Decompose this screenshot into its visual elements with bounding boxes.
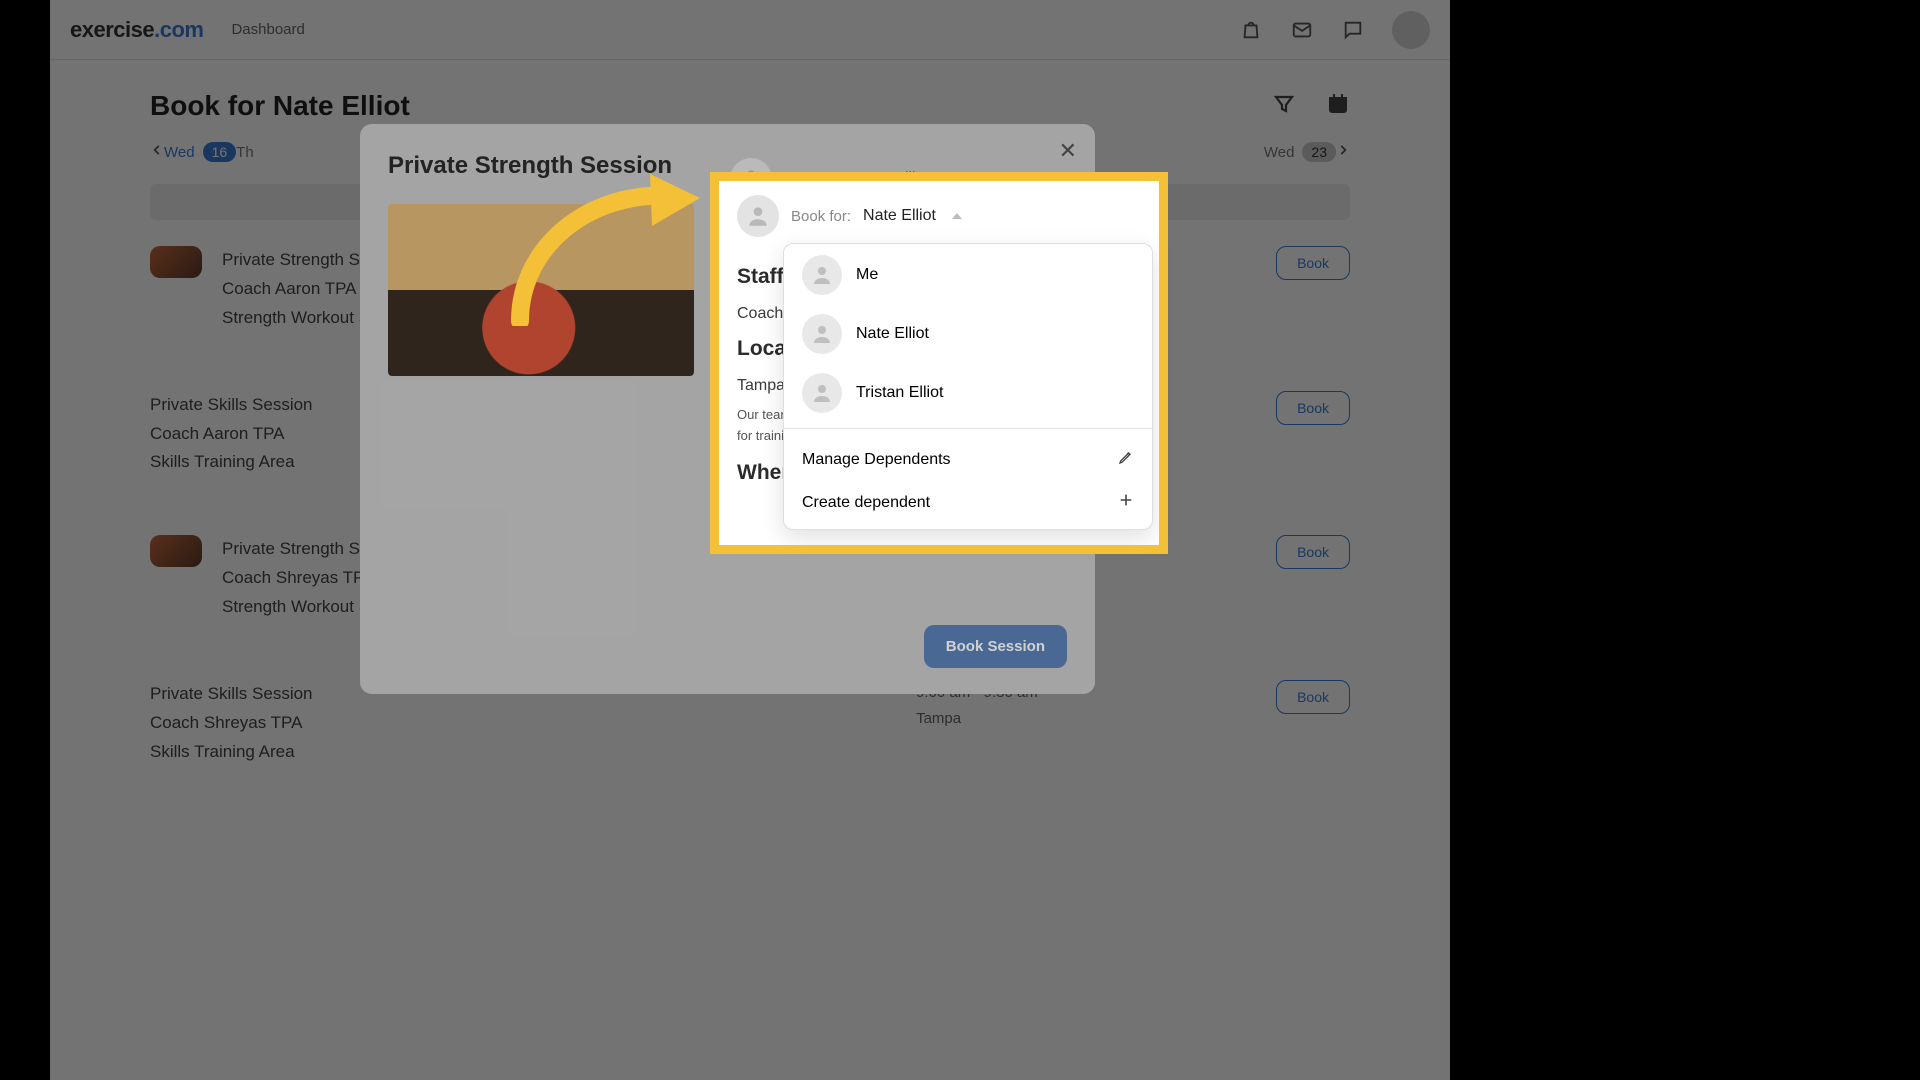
avatar-icon	[802, 314, 842, 354]
caret-up-icon	[952, 213, 962, 219]
modal-title: Private Strength Session	[388, 152, 694, 180]
dropdown-item-nate[interactable]: Nate Elliot	[784, 306, 1152, 365]
dropdown-item-label: Me	[856, 266, 878, 284]
book-for-label: Book for:	[791, 208, 851, 225]
plus-icon	[1118, 492, 1134, 513]
avatar-icon	[802, 255, 842, 295]
book-for-selector[interactable]: Book for: Nate Elliot	[719, 181, 1159, 243]
book-session-button[interactable]: Book Session	[924, 625, 1067, 668]
manage-dependents-label: Manage Dependents	[802, 451, 951, 469]
divider	[784, 428, 1152, 429]
close-icon[interactable]: ✕	[1059, 138, 1077, 164]
dropdown-item-me[interactable]: Me	[784, 244, 1152, 306]
session-image	[388, 204, 694, 376]
avatar-icon	[737, 195, 779, 237]
pencil-icon	[1118, 449, 1134, 470]
create-dependent[interactable]: Create dependent	[784, 486, 1152, 529]
dropdown-item-tristan[interactable]: Tristan Elliot	[784, 365, 1152, 424]
create-dependent-label: Create dependent	[802, 494, 930, 512]
book-for-dropdown: Me Nate Elliot Tristan Elliot Manage Dep…	[783, 243, 1153, 530]
avatar-icon	[802, 373, 842, 413]
manage-dependents[interactable]: Manage Dependents	[784, 433, 1152, 486]
dropdown-item-label: Nate Elliot	[856, 325, 929, 343]
dropdown-item-label: Tristan Elliot	[856, 384, 943, 402]
book-for-name: Nate Elliot	[863, 207, 936, 225]
